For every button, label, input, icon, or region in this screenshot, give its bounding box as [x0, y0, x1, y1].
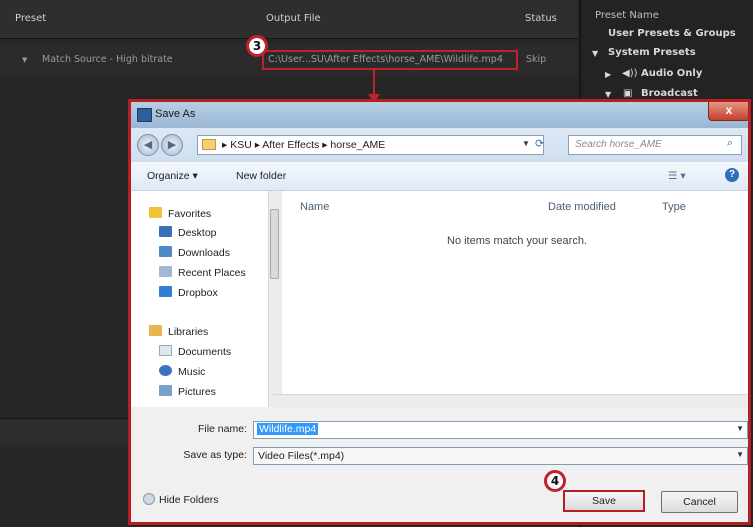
system-presets-group[interactable]: System Presets [608, 47, 696, 58]
nav-desktop[interactable]: Desktop [159, 226, 217, 242]
navigation-pane: Favorites Desktop Downloads Recent Place… [131, 191, 282, 407]
nav-libraries[interactable]: Libraries [149, 325, 208, 341]
preset-name-header: Preset Name [595, 10, 659, 21]
music-icon [159, 365, 172, 376]
hide-folders-toggle[interactable]: Hide Folders [143, 493, 219, 506]
speaker-icon: ◀)) [622, 68, 638, 79]
status-column-header[interactable]: Status [525, 13, 557, 24]
broadcast-icon: ▣ [623, 88, 633, 99]
hide-folders-label: Hide Folders [159, 494, 219, 506]
step-3-badge: 3 [246, 35, 268, 57]
step-4-badge: 4 [544, 470, 566, 492]
nav-label: Pictures [178, 386, 216, 398]
refresh-icon[interactable]: ⟳ [535, 137, 544, 150]
cancel-button[interactable]: Cancel [661, 491, 738, 513]
nav-label: Documents [178, 346, 232, 358]
nav-label: Libraries [168, 326, 209, 338]
desktop-icon [159, 226, 172, 237]
recent-places-icon [159, 266, 172, 277]
file-list: Name Date modified Type No items match y… [282, 191, 748, 407]
nav-pictures[interactable]: Pictures [159, 385, 216, 401]
nav-music[interactable]: Music [159, 365, 205, 381]
nav-label: Downloads [178, 247, 230, 259]
back-arrow-icon[interactable]: ◀ [137, 134, 159, 156]
save-type-value: Video Files(*.mp4) [258, 450, 345, 462]
address-row: ◀ ▶ ▸ KSU ▸ After Effects ▸ horse_AME ▼ … [131, 128, 748, 162]
annotation-arrow [373, 70, 375, 96]
queue-status: Skip [526, 54, 547, 65]
nav-recent-places[interactable]: Recent Places [159, 266, 246, 282]
save-type-select[interactable]: Video Files(*.mp4) ▼ [253, 447, 748, 465]
output-path-highlight [262, 50, 518, 70]
breadcrumb[interactable]: ▸ KSU ▸ After Effects ▸ horse_AME [222, 139, 385, 151]
dialog-title-bar[interactable]: Save As x [131, 102, 748, 128]
nav-label: Music [178, 366, 206, 378]
expand-audio-only-icon[interactable]: ▶ [605, 70, 611, 79]
save-as-dialog: Save As x ◀ ▶ ▸ KSU ▸ After Effects ▸ ho… [128, 99, 751, 525]
type-column-header[interactable]: Type [662, 201, 686, 213]
expand-system-presets-icon[interactable]: ▼ [592, 49, 598, 58]
date-modified-column-header[interactable]: Date modified [548, 201, 616, 213]
nav-favorites[interactable]: Favorites [149, 207, 211, 223]
output-file-column-header[interactable]: Output File [266, 13, 321, 24]
nav-label: Desktop [178, 227, 217, 239]
nav-documents[interactable]: Documents [159, 345, 231, 361]
close-button[interactable]: x [708, 102, 748, 121]
nav-dropbox[interactable]: Dropbox [159, 286, 218, 302]
queue-preset[interactable]: Match Source - High bitrate [42, 54, 173, 65]
downloads-icon [159, 246, 172, 257]
search-icon[interactable]: ⌕ [727, 137, 733, 150]
save-type-dropdown-icon[interactable]: ▼ [736, 450, 744, 459]
libraries-icon [149, 325, 162, 336]
expand-arrow-icon[interactable]: ▼ [22, 56, 27, 64]
dialog-toolbar: Organize ▾ New folder ☰ ▾ ? [131, 162, 748, 191]
view-options-icon[interactable]: ☰ ▾ [668, 170, 686, 182]
search-placeholder: Search horse_AME [575, 139, 662, 150]
organize-button[interactable]: Organize ▾ [147, 170, 198, 182]
expand-broadcast-icon[interactable]: ▼ [605, 90, 611, 99]
forward-arrow-icon[interactable]: ▶ [161, 134, 183, 156]
search-input[interactable]: Search horse_AME ⌕ [568, 135, 742, 155]
save-button[interactable]: Save [563, 490, 645, 512]
user-presets-group[interactable]: User Presets & Groups [608, 28, 736, 39]
nav-label: Recent Places [178, 267, 246, 279]
star-icon [149, 207, 162, 218]
save-options: File name: Wildlife.mp4 ▼ Save as type: … [131, 407, 748, 522]
address-dropdown-icon[interactable]: ▼ [522, 139, 530, 148]
folder-icon [202, 139, 216, 150]
collapse-icon [143, 493, 155, 505]
dialog-title: Save As [155, 108, 196, 120]
file-list-hscrollbar[interactable] [273, 394, 748, 408]
address-bar[interactable]: ▸ KSU ▸ After Effects ▸ horse_AME ▼ ⟳ [197, 135, 544, 155]
queue-header: Preset Output File Status [0, 0, 578, 39]
documents-icon [159, 345, 172, 356]
preset-column-header[interactable]: Preset [15, 13, 46, 24]
broadcast-preset[interactable]: Broadcast [641, 88, 698, 99]
new-folder-button[interactable]: New folder [236, 170, 286, 182]
file-name-value[interactable]: Wildlife.mp4 [257, 423, 319, 435]
app-icon [137, 108, 152, 122]
file-name-dropdown-icon[interactable]: ▼ [736, 424, 744, 433]
file-name-label: File name: [197, 423, 247, 435]
name-column-header[interactable]: Name [300, 201, 329, 213]
dropbox-icon [159, 286, 172, 297]
save-type-label: Save as type: [183, 449, 247, 461]
nav-label: Favorites [168, 208, 212, 220]
pictures-icon [159, 385, 172, 396]
audio-only-preset[interactable]: Audio Only [641, 68, 702, 79]
empty-message: No items match your search. [447, 235, 587, 247]
nav-label: Dropbox [178, 287, 218, 299]
help-icon[interactable]: ? [725, 168, 739, 182]
nav-downloads[interactable]: Downloads [159, 246, 230, 262]
nav-scrollbar-thumb[interactable] [270, 209, 279, 279]
file-name-input[interactable]: Wildlife.mp4 ▼ [253, 421, 748, 439]
